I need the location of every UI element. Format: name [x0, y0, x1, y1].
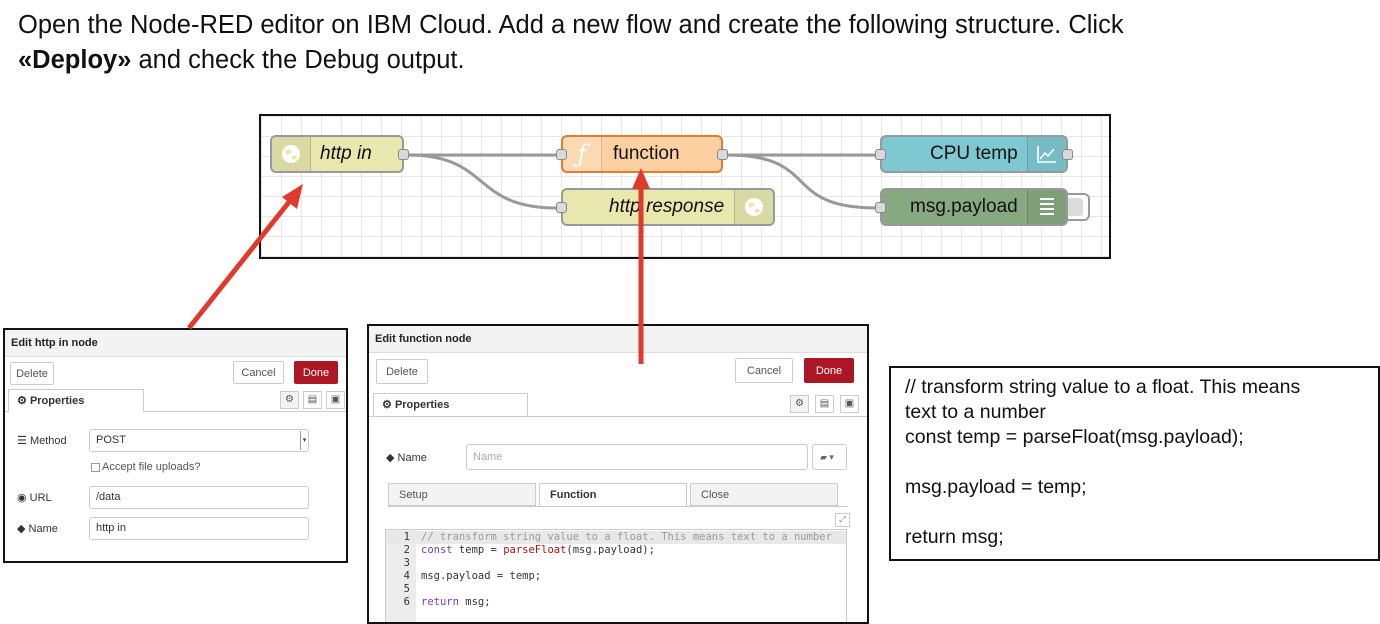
http-response-label: http response — [609, 196, 725, 217]
url-label: ◉ URL — [17, 492, 52, 504]
function-input-port[interactable] — [556, 149, 567, 160]
wire-http-response — [407, 153, 558, 210]
code-line: 3 — [403, 557, 410, 569]
appearance-icon[interactable]: ▣ — [840, 395, 859, 413]
http-in-output-port[interactable] — [398, 149, 409, 160]
debug-node[interactable]: msg.payload — [875, 188, 1068, 226]
description-icon[interactable]: ▤ — [815, 395, 834, 413]
code-snippet-line — [905, 450, 1364, 475]
settings-icon[interactable]: ⚙ — [790, 395, 809, 413]
tab-close[interactable]: Close — [690, 483, 838, 506]
dialog-title: Edit http in node — [5, 330, 346, 357]
accept-uploads-label: Accept file uploads? — [102, 461, 201, 473]
tag-icon: ◆ — [386, 452, 395, 464]
code-snippet-box: // transform string value to a float. Th… — [889, 366, 1380, 561]
function-node[interactable]: ƒ function — [556, 135, 728, 173]
code-snippet-line: msg.payload = temp; — [905, 476, 1087, 498]
tab-function[interactable]: Function — [539, 483, 687, 506]
code-line: 5 — [403, 583, 410, 595]
url-input[interactable]: /data — [89, 486, 309, 509]
cancel-button[interactable]: Cancel — [735, 358, 793, 383]
function-output-port[interactable] — [717, 149, 728, 160]
function-icon: ƒ — [563, 137, 602, 171]
code-snippet-line — [905, 500, 1364, 525]
flow-canvas[interactable]: http in ƒ function http response CPU tem… — [259, 114, 1111, 259]
description-icon[interactable]: ▤ — [303, 391, 322, 409]
code-line: 6 return msg; — [403, 596, 491, 608]
accept-uploads-checkbox[interactable] — [91, 463, 100, 472]
tag-icon: ◆ — [17, 523, 26, 535]
code-line: 1// transform string value to a float. T… — [386, 531, 846, 544]
edit-http-in-dialog: Edit http in node Delete Cancel Done ⚙ P… — [3, 328, 348, 563]
http-in-node[interactable]: http in — [270, 135, 409, 173]
cpu-temp-label: CPU temp — [930, 143, 1018, 164]
done-button[interactable]: Done — [294, 361, 338, 384]
settings-icon[interactable]: ⚙ — [280, 391, 299, 409]
expand-icon[interactable]: ⤢ — [835, 513, 850, 527]
http-in-label: http in — [320, 143, 372, 164]
chevron-down-icon: ▾ — [300, 431, 308, 450]
globe-icon — [272, 137, 311, 171]
dialog-title: Edit function node — [369, 326, 867, 353]
cpu-temp-output-port[interactable] — [1062, 149, 1073, 160]
delete-button[interactable]: Delete — [376, 359, 428, 384]
code-line: 4 msg.payload = temp; — [403, 570, 542, 582]
appearance-icon[interactable]: ▣ — [326, 391, 345, 409]
tab-properties-label: Properties — [29, 395, 85, 407]
code-editor[interactable]: 1// transform string value to a float. T… — [385, 529, 847, 622]
http-response-node[interactable]: http response — [556, 188, 775, 226]
gear-icon: ⚙ — [382, 399, 392, 411]
list-icon — [1027, 190, 1066, 224]
gear-icon: ⚙ — [17, 395, 27, 407]
debug-label: msg.payload — [910, 196, 1018, 217]
icon-picker-button[interactable]: ▰ ▾ — [812, 444, 847, 470]
code-snippet-line: const temp = parseFloat(msg.payload); — [905, 426, 1244, 448]
method-value: POST — [96, 434, 126, 446]
name-label: ◆ Name — [17, 523, 58, 535]
function-label: function — [613, 143, 680, 164]
cancel-button[interactable]: Cancel — [233, 361, 284, 384]
code-snippet-line: // transform string value to a float. Th… — [905, 376, 1301, 398]
delete-button[interactable]: Delete — [10, 362, 54, 385]
instructions-text-2: and check the Debug output. — [138, 46, 465, 74]
tab-properties[interactable]: ⚙ Properties — [373, 393, 528, 416]
tab-setup[interactable]: Setup — [388, 483, 536, 506]
book-icon: ▰ ▾ — [820, 452, 834, 462]
chart-icon — [1027, 137, 1066, 171]
http-response-input-port[interactable] — [556, 202, 567, 213]
code-snippet-line: text to a number — [905, 401, 1046, 423]
list-icon: ☰ — [17, 435, 27, 447]
globe-icon — [734, 190, 773, 224]
instructions-deploy: «Deploy» — [18, 46, 132, 74]
edit-function-dialog: Edit function node Delete Cancel Done ⚙ … — [367, 324, 869, 624]
tab-properties-label: Properties — [394, 399, 450, 411]
instructions: Open the Node-RED editor on IBM Cloud. A… — [18, 8, 1358, 78]
tab-properties[interactable]: ⚙ Properties — [8, 389, 144, 412]
instructions-text-1: Open the Node-RED editor on IBM Cloud. A… — [18, 11, 1124, 39]
globe-icon: ◉ — [17, 492, 27, 504]
cpu-temp-input-port[interactable] — [875, 149, 886, 160]
code-snippet-line: return msg; — [905, 526, 1004, 548]
method-label: ☰ Method — [17, 435, 67, 447]
name-input[interactable]: http in — [89, 517, 309, 540]
code-line: 2 const temp = parseFloat(msg.payload); — [403, 544, 655, 556]
debug-input-port[interactable] — [875, 202, 886, 213]
method-select[interactable]: POST ▾ — [89, 429, 309, 452]
name-input[interactable]: Name — [466, 444, 808, 470]
done-button[interactable]: Done — [804, 358, 854, 383]
name-label: ◆ Name — [386, 452, 427, 464]
cpu-temp-node[interactable]: CPU temp — [875, 135, 1073, 173]
